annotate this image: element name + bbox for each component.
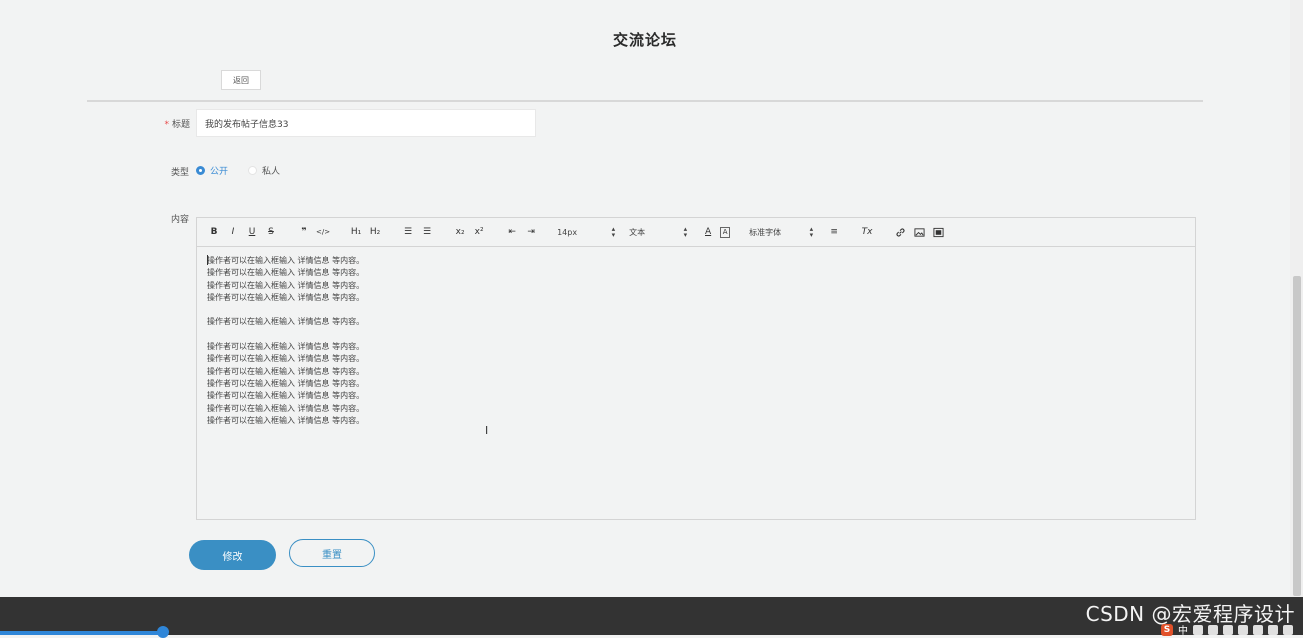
italic-button[interactable]: I <box>226 224 240 240</box>
code-block-button[interactable]: </> <box>316 224 330 240</box>
header-divider <box>87 100 1203 102</box>
skin-icon[interactable] <box>1238 624 1248 635</box>
header-select-value: 文本 <box>629 227 646 237</box>
underline-button[interactable]: U <box>245 224 259 240</box>
title-label: 标题 <box>171 120 190 130</box>
font-size-value: 14px <box>557 227 578 237</box>
scrollbar-thumb[interactable] <box>1293 276 1301 596</box>
blockquote-button[interactable]: ❞ <box>297 224 311 240</box>
radio-private[interactable]: 私人 <box>248 164 280 177</box>
text-caret <box>207 255 208 265</box>
video-icon[interactable] <box>931 224 945 240</box>
radio-private-dot[interactable] <box>248 166 258 175</box>
align-button[interactable]: ≡ <box>827 224 841 240</box>
title-label-wrap: * 标题 <box>130 117 190 130</box>
type-label: 类型 <box>170 168 189 178</box>
editor-content[interactable]: 操作者可以在输入框输入 详情信息 等内容。 操作者可以在输入框输入 详情信息 等… <box>197 247 1195 435</box>
reset-button[interactable]: 重置 <box>289 539 375 567</box>
keyboard-icon[interactable] <box>1223 624 1233 635</box>
ordered-list-button[interactable]: ☰ <box>401 224 415 240</box>
outdent-button[interactable]: ⇤ <box>505 224 519 240</box>
header2-button[interactable]: H₂ <box>368 224 382 240</box>
radio-private-label: 私人 <box>262 167 281 177</box>
subscript-button[interactable]: x₂ <box>453 224 467 240</box>
strike-button[interactable]: S <box>264 224 278 240</box>
content-label: 内容 <box>170 215 189 225</box>
select-arrows-icon: ▴ ▾ <box>611 225 616 239</box>
back-button[interactable]: 返回 <box>221 70 261 90</box>
type-radio-group: 公开 私人 <box>196 164 280 177</box>
ibeam-cursor-icon: I <box>485 424 489 437</box>
select-arrows-icon: ▴ ▾ <box>809 225 814 239</box>
clean-format-button[interactable]: Tx <box>860 224 874 240</box>
font-color-button[interactable]: A <box>701 224 715 240</box>
font-size-select[interactable]: 14px ▴ ▾ <box>557 224 615 240</box>
image-icon[interactable] <box>912 224 926 240</box>
page-title: 交流论坛 <box>612 31 677 49</box>
superscript-button[interactable]: x² <box>472 224 486 240</box>
bold-button[interactable]: B <box>207 224 221 240</box>
cloud-icon[interactable] <box>1253 624 1263 635</box>
font-family-select[interactable]: 标准字体 ▴ ▾ <box>749 224 813 240</box>
required-mark: * <box>164 120 169 130</box>
header1-button[interactable]: H₁ <box>349 224 363 240</box>
bullet-list-button[interactable]: ☰ <box>420 224 434 240</box>
background-color-button[interactable]: A <box>720 226 731 238</box>
radio-public-dot[interactable] <box>196 166 205 175</box>
microphone-icon[interactable] <box>1208 624 1218 635</box>
progress-line <box>0 631 160 635</box>
editor-toolbar: B I U S ❞ </> H₁ H₂ ☰ ☰ x₂ x² ⇤ ⇥ 14px ▴… <box>197 218 1195 247</box>
radio-public[interactable]: 公开 <box>196 164 228 177</box>
select-arrows-icon: ▴ ▾ <box>683 225 688 239</box>
rich-text-editor: B I U S ❞ </> H₁ H₂ ☰ ☰ x₂ x² ⇤ ⇥ 14px ▴… <box>196 217 1196 520</box>
punctuation-icon[interactable] <box>1193 624 1203 635</box>
ime-icon[interactable]: S <box>1161 623 1173 636</box>
settings-icon[interactable] <box>1283 624 1293 635</box>
font-family-value: 标准字体 <box>749 227 782 237</box>
radio-public-label: 公开 <box>210 167 229 177</box>
title-input[interactable] <box>196 109 536 137</box>
indent-button[interactable]: ⇥ <box>524 224 538 240</box>
toolbox-icon[interactable] <box>1268 624 1278 635</box>
header-select[interactable]: 文本 ▴ ▾ <box>629 224 687 240</box>
progress-knob[interactable] <box>157 626 169 638</box>
link-icon[interactable] <box>893 224 907 240</box>
edit-button[interactable]: 修改 <box>189 540 276 570</box>
